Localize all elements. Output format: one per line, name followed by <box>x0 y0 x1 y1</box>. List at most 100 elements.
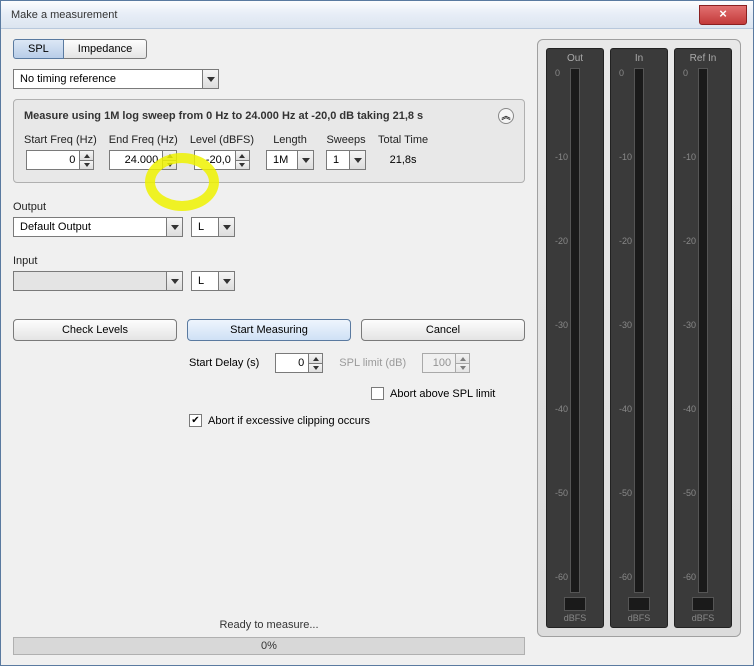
spinner-down-icon[interactable] <box>163 160 177 170</box>
measurement-window: Make a measurement × SPL Impedance No ti… <box>0 0 754 666</box>
chevron-down-icon <box>166 218 182 236</box>
titlebar: Make a measurement × <box>1 1 753 29</box>
meter-tick: -60 <box>555 572 568 582</box>
meter-tick: -40 <box>555 404 568 414</box>
spinner-down-icon[interactable] <box>80 160 94 170</box>
meter-tick: -20 <box>619 236 632 246</box>
status-text: Ready to measure... <box>13 619 525 631</box>
meter-title: In <box>635 53 643 64</box>
output-channel-select[interactable]: L <box>191 217 235 237</box>
spinner-up-icon[interactable] <box>163 150 177 160</box>
timing-reference-select[interactable]: No timing reference <box>13 69 219 89</box>
level-meters: Out 0 -10 -20 -30 -40 -50 -60 dBFS In 0 -10 -20 -30 -4… <box>537 39 741 637</box>
meter-tick: -30 <box>555 320 568 330</box>
meter-tick: -60 <box>683 572 696 582</box>
chevron-down-icon <box>297 151 313 169</box>
input-device-select[interactable] <box>13 271 183 291</box>
meter-tick: -50 <box>555 488 568 498</box>
start-freq-field[interactable] <box>26 150 80 170</box>
meter-unit: dBFS <box>628 613 651 623</box>
meter-tick: -50 <box>683 488 696 498</box>
meter-tick: -60 <box>619 572 632 582</box>
meter-tick: 0 <box>619 68 624 78</box>
close-button[interactable]: × <box>699 5 747 25</box>
meter-title: Ref In <box>690 53 717 64</box>
spinner-up-icon <box>456 353 470 363</box>
window-title: Make a measurement <box>11 9 699 21</box>
start-delay-label: Start Delay (s) <box>189 357 259 369</box>
sweeps-label: Sweeps <box>326 134 365 146</box>
sweeps-select[interactable]: 1 <box>326 150 366 170</box>
spinner-up-icon[interactable] <box>309 353 323 363</box>
collapse-icon[interactable]: ︽ <box>498 108 514 124</box>
total-time-value: 21,8s <box>390 150 417 170</box>
check-levels-button[interactable]: Check Levels <box>13 319 177 341</box>
meter-tick: -10 <box>683 152 696 162</box>
meter-tick: -10 <box>619 152 632 162</box>
output-device-value: Default Output <box>14 221 166 233</box>
total-time-label: Total Time <box>378 134 428 146</box>
spl-limit-label: SPL limit (dB) <box>339 357 406 369</box>
chevron-down-icon <box>166 272 182 290</box>
meter-tick: -30 <box>619 320 632 330</box>
tab-spl[interactable]: SPL <box>13 39 64 59</box>
timing-reference-value: No timing reference <box>14 73 202 85</box>
level-label: Level (dBFS) <box>190 134 254 146</box>
meter-tick: -40 <box>683 404 696 414</box>
start-measuring-button[interactable]: Start Measuring <box>187 319 351 341</box>
cancel-button[interactable]: Cancel <box>361 319 525 341</box>
meter-tick: -50 <box>619 488 632 498</box>
input-channel-value: L <box>192 275 218 287</box>
meter-title: Out <box>567 53 583 64</box>
meter-tick: -20 <box>555 236 568 246</box>
output-device-select[interactable]: Default Output <box>13 217 183 237</box>
spl-limit-input <box>422 353 470 373</box>
meter-peak <box>692 597 714 611</box>
spinner-up-icon[interactable] <box>236 150 250 160</box>
output-channel-value: L <box>192 221 218 233</box>
meter-peak <box>628 597 650 611</box>
meter-in: In 0 -10 -20 -30 -40 -50 -60 dBFS <box>610 48 668 628</box>
meter-tick: 0 <box>555 68 560 78</box>
chevron-down-icon <box>202 70 218 88</box>
spinner-down-icon[interactable] <box>236 160 250 170</box>
spinner-down-icon[interactable] <box>309 363 323 373</box>
tab-impedance[interactable]: Impedance <box>64 39 147 59</box>
end-freq-input[interactable] <box>109 150 177 170</box>
abort-spl-label: Abort above SPL limit <box>390 388 495 400</box>
length-select[interactable]: 1M <box>266 150 314 170</box>
meter-tick: -20 <box>683 236 696 246</box>
meter-ref-in: Ref In0 -10 -20 -30 -40 -50 -60 dBFS <box>674 48 732 628</box>
sweep-panel: Measure using 1M log sweep from 0 Hz to … <box>13 99 525 183</box>
input-channel-select[interactable]: L <box>191 271 235 291</box>
meter-out: Out0-10-20-30-40-50-60dBFS <box>546 48 604 628</box>
start-delay-field[interactable] <box>275 353 309 373</box>
meter-tick: -30 <box>683 320 696 330</box>
end-freq-label: End Freq (Hz) <box>109 134 178 146</box>
level-input[interactable] <box>194 150 250 170</box>
end-freq-field[interactable] <box>109 150 163 170</box>
spinner-down-icon <box>456 363 470 373</box>
chevron-down-icon <box>218 272 234 290</box>
length-label: Length <box>273 134 307 146</box>
spinner-up-icon[interactable] <box>80 150 94 160</box>
meter-tick: -40 <box>619 404 632 414</box>
abort-clip-checkbox[interactable]: ✔ <box>189 414 202 427</box>
chevron-down-icon <box>349 151 365 169</box>
chevron-down-icon <box>218 218 234 236</box>
abort-spl-checkbox[interactable] <box>371 387 384 400</box>
input-label: Input <box>13 255 525 267</box>
sweeps-value: 1 <box>327 154 349 166</box>
level-field[interactable] <box>194 150 236 170</box>
start-delay-input[interactable] <box>275 353 323 373</box>
abort-clip-label: Abort if excessive clipping occurs <box>208 415 370 427</box>
spl-limit-field <box>422 353 456 373</box>
start-freq-input[interactable] <box>26 150 94 170</box>
progress-bar: 0% <box>13 637 525 655</box>
sweep-summary: Measure using 1M log sweep from 0 Hz to … <box>24 110 423 122</box>
output-label: Output <box>13 201 525 213</box>
start-freq-label: Start Freq (Hz) <box>24 134 97 146</box>
meter-tick: 0 <box>683 68 688 78</box>
meter-unit: dBFS <box>692 613 715 623</box>
meter-tick: -10 <box>555 152 568 162</box>
